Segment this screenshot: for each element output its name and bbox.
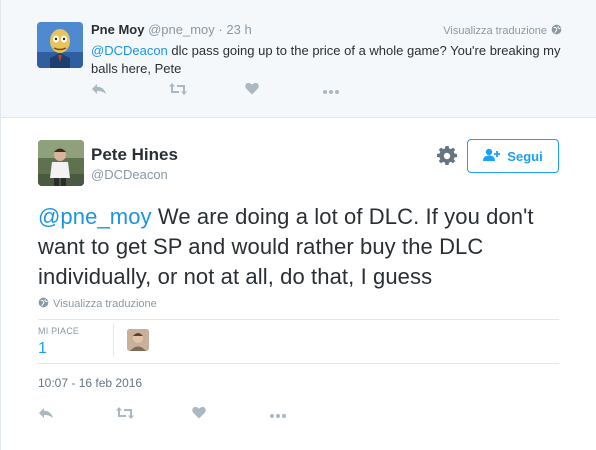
divider [38,363,559,364]
mention-link[interactable]: @pne_moy [38,204,152,229]
reply-tweet[interactable]: Pne Moy @pne_moy · 23 h Visualizza tradu… [0,0,596,118]
tweet-timestamp[interactable]: 10:07 - 16 feb 2016 [38,376,142,390]
likes-label: MI PIACE [38,326,80,336]
avatar[interactable] [37,22,83,68]
globe-icon [551,24,562,38]
like-button[interactable] [245,82,322,100]
follow-user-icon [483,148,501,165]
divider [38,319,559,320]
retweet-icon [115,406,135,425]
tweet-time[interactable]: 23 h [226,22,251,37]
reply-button[interactable] [91,82,168,100]
reply-text: @DCDeacon dlc pass going up to the price… [91,42,571,78]
like-button[interactable] [192,405,269,425]
retweet-icon [168,82,188,101]
retweet-button[interactable] [168,82,245,100]
gear-icon [437,145,457,170]
likes-count[interactable]: 1 [38,340,47,358]
reply-actions [91,82,399,100]
translate-link[interactable]: Visualizza traduzione [38,297,157,311]
main-tweet: Pete Hines @DCDeacon Segui @pne_moy We a… [0,118,596,450]
author-name[interactable]: Pete Hines [91,145,178,165]
follow-button[interactable]: Segui [467,139,559,173]
like-icon [245,82,259,100]
liker-avatar[interactable] [127,329,149,351]
reply-header: Pne Moy @pne_moy · 23 h [91,22,252,37]
mention-link[interactable]: @DCDeacon [91,43,168,58]
more-icon [269,406,287,424]
translate-label: Visualizza traduzione [443,25,547,37]
translate-link[interactable]: Visualizza traduzione [443,24,562,38]
divider [113,323,114,357]
more-button[interactable] [322,82,399,100]
author-handle[interactable]: @DCDeacon [91,167,168,182]
author-handle[interactable]: @pne_moy [148,22,215,37]
author-name[interactable]: Pne Moy [91,22,144,37]
avatar[interactable] [38,140,84,186]
tweet-actions [38,405,346,425]
translate-label: Visualizza traduzione [53,298,157,310]
like-icon [192,406,206,424]
globe-icon [38,297,49,311]
reply-icon [38,406,54,425]
more-icon [322,82,340,100]
reply-button[interactable] [38,405,115,425]
more-button[interactable] [269,405,346,425]
reply-icon [91,82,107,101]
separator: · [218,22,223,37]
follow-label: Segui [507,148,543,164]
settings-button[interactable] [437,145,459,170]
tweet-text: @pne_moy We are doing a lot of DLC. If y… [38,202,578,292]
retweet-button[interactable] [115,405,192,425]
